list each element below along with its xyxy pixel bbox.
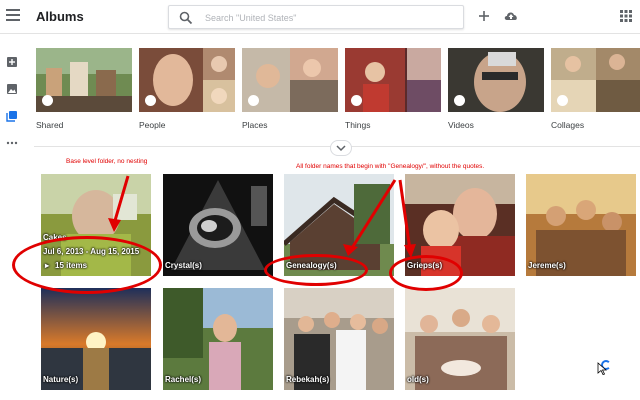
album-title: Jereme(s) bbox=[528, 261, 566, 270]
album-jereme[interactable]: Jereme(s) bbox=[526, 174, 636, 276]
albums-icon[interactable] bbox=[6, 110, 18, 122]
album-title: Rebekah(s) bbox=[286, 375, 330, 384]
page-title: Albums bbox=[36, 9, 84, 24]
annotation-genealogy-note: All folder names that begin with "Geneal… bbox=[296, 163, 485, 170]
albums-page: Albums Shared People Places Things bbox=[0, 0, 640, 400]
annotation-circle-grieps bbox=[389, 255, 463, 291]
album-title: Nature(s) bbox=[43, 375, 79, 384]
search-input[interactable] bbox=[205, 9, 455, 26]
plus-icon[interactable] bbox=[476, 8, 492, 24]
album-title: old(s) bbox=[407, 375, 429, 384]
things-icon bbox=[351, 95, 362, 106]
chevron-down-icon bbox=[336, 145, 346, 152]
category-label-people: People bbox=[139, 120, 166, 130]
category-people[interactable] bbox=[139, 48, 235, 112]
category-things[interactable] bbox=[345, 48, 441, 112]
annotation-circle-genealogy bbox=[264, 254, 368, 286]
category-label-shared: Shared bbox=[36, 120, 64, 130]
album-title: Crystal(s) bbox=[165, 261, 202, 270]
category-videos[interactable] bbox=[448, 48, 544, 112]
more-icon[interactable] bbox=[6, 137, 18, 149]
menu-icon[interactable] bbox=[6, 9, 20, 23]
category-places[interactable] bbox=[242, 48, 338, 112]
category-label-videos: Videos bbox=[448, 120, 474, 130]
album-rachel[interactable]: Rachel(s) bbox=[163, 288, 273, 390]
photos-icon[interactable] bbox=[6, 83, 18, 95]
shared-icon bbox=[42, 95, 53, 106]
category-label-things: Things bbox=[345, 120, 371, 130]
top-app-bar: Albums bbox=[0, 0, 640, 34]
add-photo-icon[interactable] bbox=[6, 56, 18, 68]
album-title: Rachel(s) bbox=[165, 375, 202, 384]
album-nature[interactable]: Nature(s) bbox=[41, 288, 151, 390]
album-crystal[interactable]: Crystal(s) bbox=[163, 174, 273, 276]
category-shared[interactable] bbox=[36, 48, 132, 112]
annotation-base-note: Base level folder, no nesting bbox=[66, 158, 148, 165]
search-icon bbox=[179, 11, 193, 25]
search-box[interactable] bbox=[168, 5, 464, 29]
album-rebekah[interactable]: Rebekah(s) bbox=[284, 288, 394, 390]
apps-grid-icon[interactable] bbox=[618, 8, 634, 24]
album-old[interactable]: old(s) bbox=[405, 288, 515, 390]
collage-icon bbox=[557, 95, 568, 106]
person-icon bbox=[145, 95, 156, 106]
expand-button[interactable] bbox=[330, 140, 352, 156]
category-label-collages: Collages bbox=[551, 120, 585, 130]
category-label-places: Places bbox=[242, 120, 268, 130]
category-collages[interactable] bbox=[551, 48, 640, 112]
place-icon bbox=[248, 95, 259, 106]
upload-cloud-icon[interactable] bbox=[503, 8, 519, 24]
video-icon bbox=[454, 95, 465, 106]
mouse-cursor-icon bbox=[597, 362, 607, 375]
annotation-circle-cakes bbox=[12, 236, 162, 294]
